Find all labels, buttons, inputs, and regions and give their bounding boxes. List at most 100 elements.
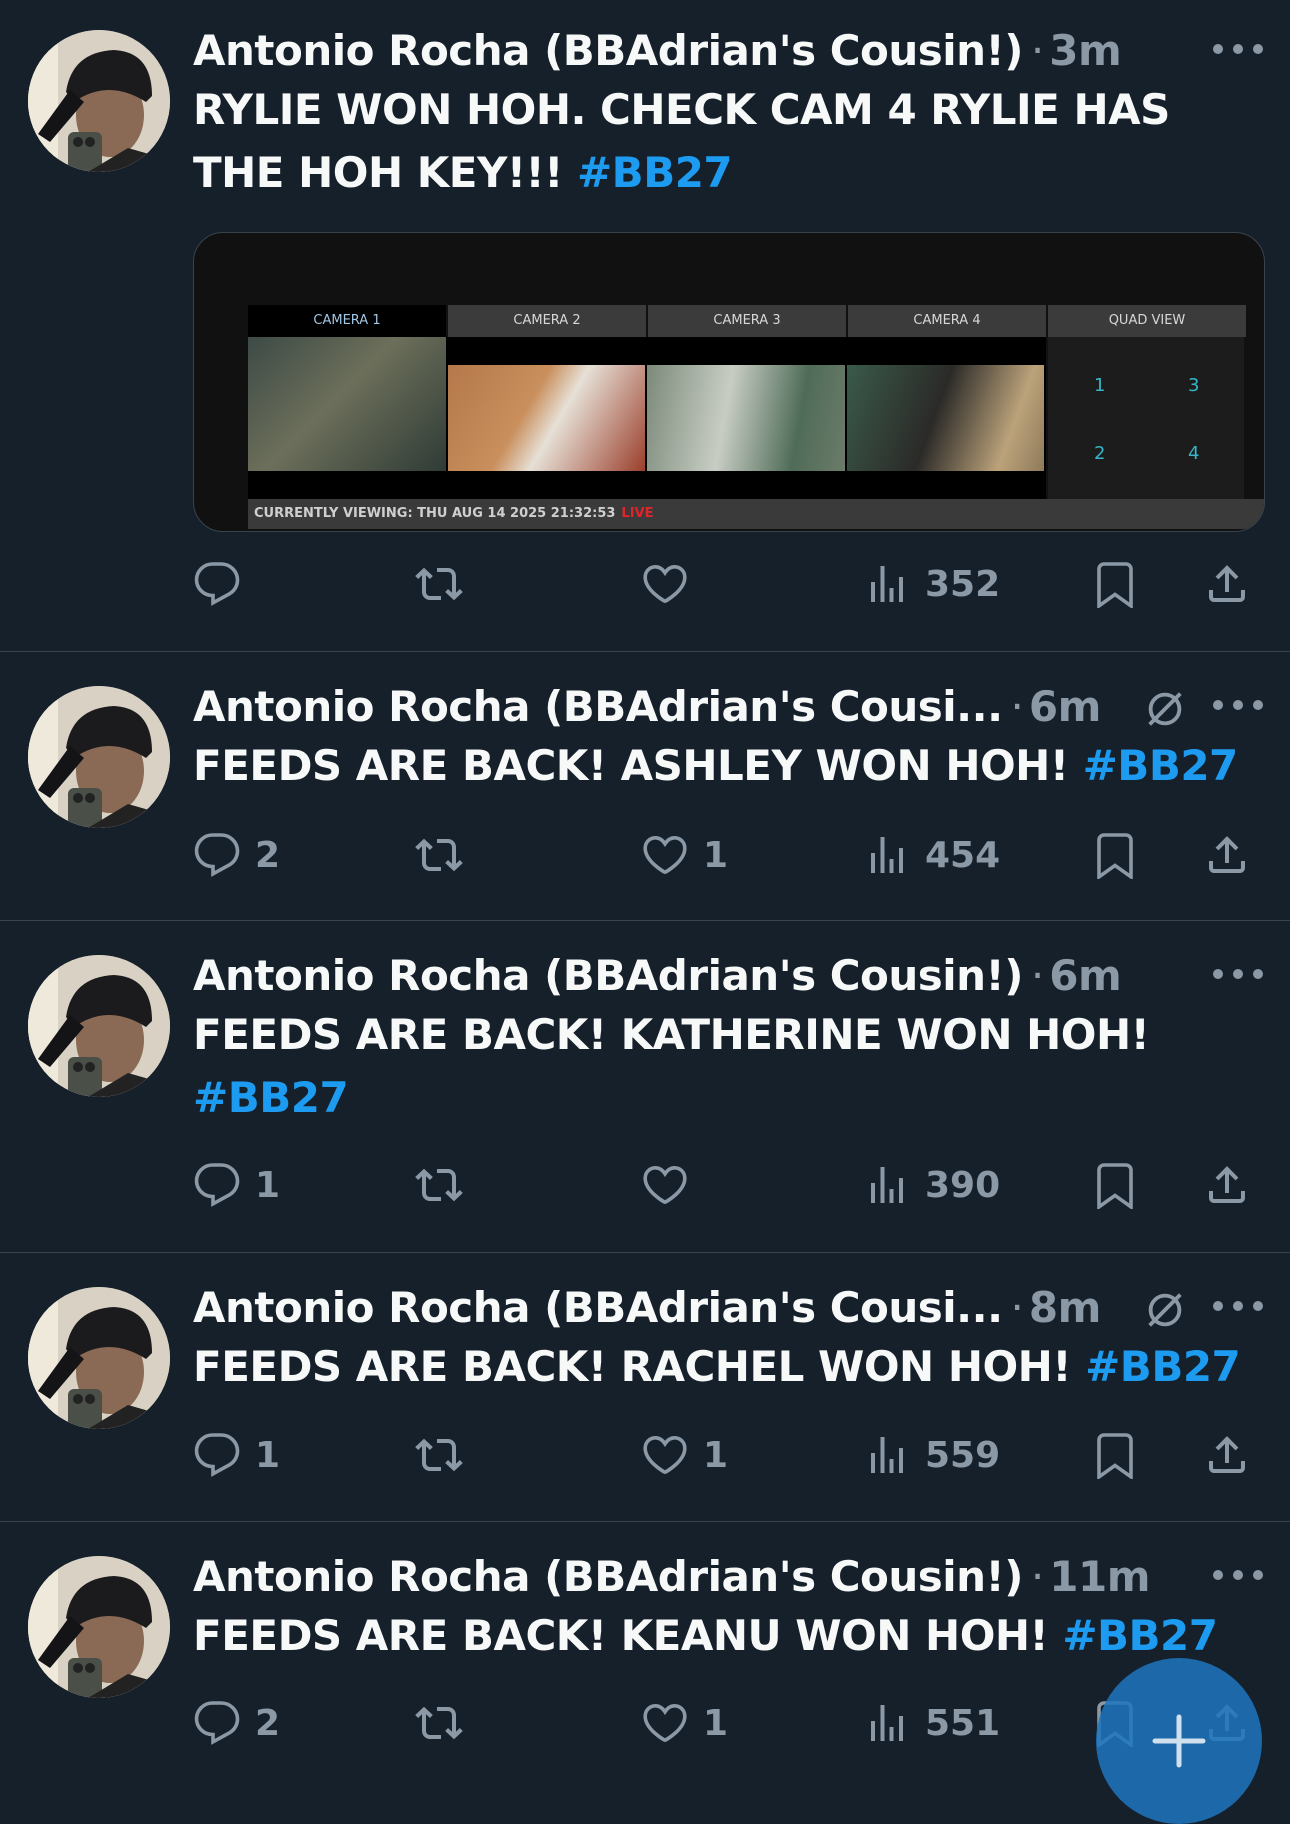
retweet-button[interactable] bbox=[415, 1157, 463, 1213]
heart-icon bbox=[643, 564, 687, 604]
avatar[interactable] bbox=[28, 1556, 170, 1698]
tweet-actions: 1 390 bbox=[193, 1157, 1270, 1213]
views-icon bbox=[871, 1437, 903, 1473]
views-icon bbox=[871, 1705, 903, 1741]
retweet-button[interactable] bbox=[415, 1695, 463, 1751]
timestamp[interactable]: 11m bbox=[1049, 1552, 1150, 1601]
timestamp[interactable]: 8m bbox=[1029, 1283, 1102, 1332]
reply-count: 2 bbox=[255, 834, 281, 876]
bookmark-button[interactable] bbox=[1091, 1157, 1139, 1213]
tweet[interactable]: Antonio Rocha (BBAdrian's Cousin!) · 3m … bbox=[0, 0, 1290, 652]
hashtag-link[interactable]: #BB27 bbox=[1083, 741, 1239, 790]
author-name[interactable]: Antonio Rocha (BBAdrian's Cousin!) bbox=[193, 1552, 1023, 1601]
bookmark-button[interactable] bbox=[1091, 827, 1139, 883]
views-button[interactable]: 352 bbox=[863, 556, 1000, 612]
views-button[interactable]: 454 bbox=[863, 827, 1000, 883]
heart-icon bbox=[643, 835, 687, 875]
share-icon bbox=[1209, 1166, 1245, 1203]
media-image[interactable]: CAMERA 1 CAMERA 2 CAMERA 3 CAMERA 4 QUAD… bbox=[193, 232, 1265, 532]
timestamp[interactable]: 6m bbox=[1049, 951, 1122, 1000]
like-count: 1 bbox=[703, 1702, 729, 1744]
camera-tab: CAMERA 2 bbox=[448, 305, 648, 337]
share-button[interactable] bbox=[1203, 1427, 1251, 1483]
views-button[interactable]: 559 bbox=[863, 1427, 1000, 1483]
like-count: 1 bbox=[703, 834, 729, 876]
more-icon[interactable] bbox=[1210, 959, 1266, 989]
like-button[interactable] bbox=[641, 556, 703, 612]
retweet-icon bbox=[415, 1706, 463, 1740]
tweet-actions: 2 1 454 bbox=[193, 827, 1270, 883]
views-count: 454 bbox=[925, 834, 1001, 876]
separator-dot: · bbox=[1030, 1551, 1045, 1601]
avatar[interactable] bbox=[28, 1287, 170, 1429]
avatar[interactable] bbox=[28, 30, 170, 172]
bookmark-button[interactable] bbox=[1091, 556, 1139, 612]
muted-icon[interactable] bbox=[1142, 686, 1188, 732]
separator-dot: · bbox=[1010, 681, 1024, 731]
separator-dot: · bbox=[1010, 1282, 1024, 1332]
tweet-body: FEEDS ARE BACK! KEANU WON HOH! bbox=[193, 1611, 1063, 1660]
heart-icon bbox=[643, 1703, 687, 1743]
camera-tab: QUAD VIEW bbox=[1048, 305, 1246, 337]
share-button[interactable] bbox=[1203, 556, 1251, 612]
reply-icon bbox=[194, 1701, 240, 1745]
reply-icon bbox=[194, 1163, 240, 1207]
camera-tab: CAMERA 4 bbox=[848, 305, 1048, 337]
bookmark-icon bbox=[1097, 562, 1133, 608]
timestamp[interactable]: 6m bbox=[1029, 682, 1102, 731]
more-icon[interactable] bbox=[1210, 1560, 1266, 1590]
author-name[interactable]: Antonio Rocha (BBAdrian's Cousi... bbox=[193, 1283, 1003, 1332]
more-icon[interactable] bbox=[1210, 34, 1266, 64]
muted-icon[interactable] bbox=[1142, 1287, 1188, 1333]
reply-count: 1 bbox=[255, 1164, 281, 1206]
share-button[interactable] bbox=[1203, 827, 1251, 883]
retweet-icon bbox=[415, 1168, 463, 1202]
reply-button[interactable]: 1 bbox=[193, 1427, 280, 1483]
views-button[interactable]: 551 bbox=[863, 1695, 1000, 1751]
hashtag-link[interactable]: #BB27 bbox=[1085, 1342, 1241, 1391]
reply-button[interactable]: 1 bbox=[193, 1157, 280, 1213]
retweet-icon bbox=[415, 1438, 463, 1472]
views-button[interactable]: 390 bbox=[863, 1157, 1000, 1213]
camera-tab: CAMERA 3 bbox=[648, 305, 848, 337]
bookmark-button[interactable] bbox=[1091, 1427, 1139, 1483]
author-name[interactable]: Antonio Rocha (BBAdrian's Cousi... bbox=[193, 682, 1003, 731]
separator-dot: · bbox=[1030, 25, 1045, 75]
hashtag-link[interactable]: #BB27 bbox=[193, 1073, 349, 1122]
author-name[interactable]: Antonio Rocha (BBAdrian's Cousin!) bbox=[193, 26, 1023, 75]
views-icon bbox=[871, 837, 903, 873]
retweet-button[interactable] bbox=[415, 827, 463, 883]
retweet-button[interactable] bbox=[415, 1427, 463, 1483]
views-count: 559 bbox=[925, 1434, 1001, 1476]
timestamp[interactable]: 3m bbox=[1049, 26, 1122, 75]
reply-icon bbox=[194, 1433, 240, 1477]
reply-button[interactable] bbox=[193, 556, 255, 612]
reply-button[interactable]: 2 bbox=[193, 827, 280, 883]
quad-number: 4 bbox=[1188, 443, 1200, 464]
like-button[interactable]: 1 bbox=[641, 827, 728, 883]
avatar[interactable] bbox=[28, 686, 170, 828]
live-badge: LIVE bbox=[621, 506, 654, 521]
share-button[interactable] bbox=[1203, 1157, 1251, 1213]
avatar[interactable] bbox=[28, 955, 170, 1097]
tweet[interactable]: Antonio Rocha (BBAdrian's Cousin!) · 11m… bbox=[0, 1522, 1290, 1824]
like-button[interactable] bbox=[641, 1157, 703, 1213]
reply-icon bbox=[194, 562, 240, 606]
retweet-icon bbox=[415, 567, 463, 601]
like-button[interactable]: 1 bbox=[641, 1427, 728, 1483]
hashtag-link[interactable]: #BB27 bbox=[1062, 1611, 1218, 1660]
share-icon bbox=[1209, 836, 1245, 873]
reply-count: 2 bbox=[255, 1702, 281, 1744]
more-icon[interactable] bbox=[1210, 690, 1266, 720]
camera-feed bbox=[846, 365, 1046, 471]
viewing-status-text: CURRENTLY VIEWING: THU AUG 14 2025 21:32… bbox=[254, 506, 616, 521]
reply-button[interactable]: 2 bbox=[193, 1695, 280, 1751]
share-icon bbox=[1209, 565, 1245, 602]
retweet-button[interactable] bbox=[415, 556, 463, 612]
tweet-text: FEEDS ARE BACK! ASHLEY WON HOH! #BB27 bbox=[193, 734, 1266, 797]
hashtag-link[interactable]: #BB27 bbox=[577, 148, 733, 197]
author-name[interactable]: Antonio Rocha (BBAdrian's Cousin!) bbox=[193, 951, 1023, 1000]
more-icon[interactable] bbox=[1210, 1291, 1266, 1321]
compose-button[interactable] bbox=[1096, 1658, 1262, 1824]
like-button[interactable]: 1 bbox=[641, 1695, 728, 1751]
